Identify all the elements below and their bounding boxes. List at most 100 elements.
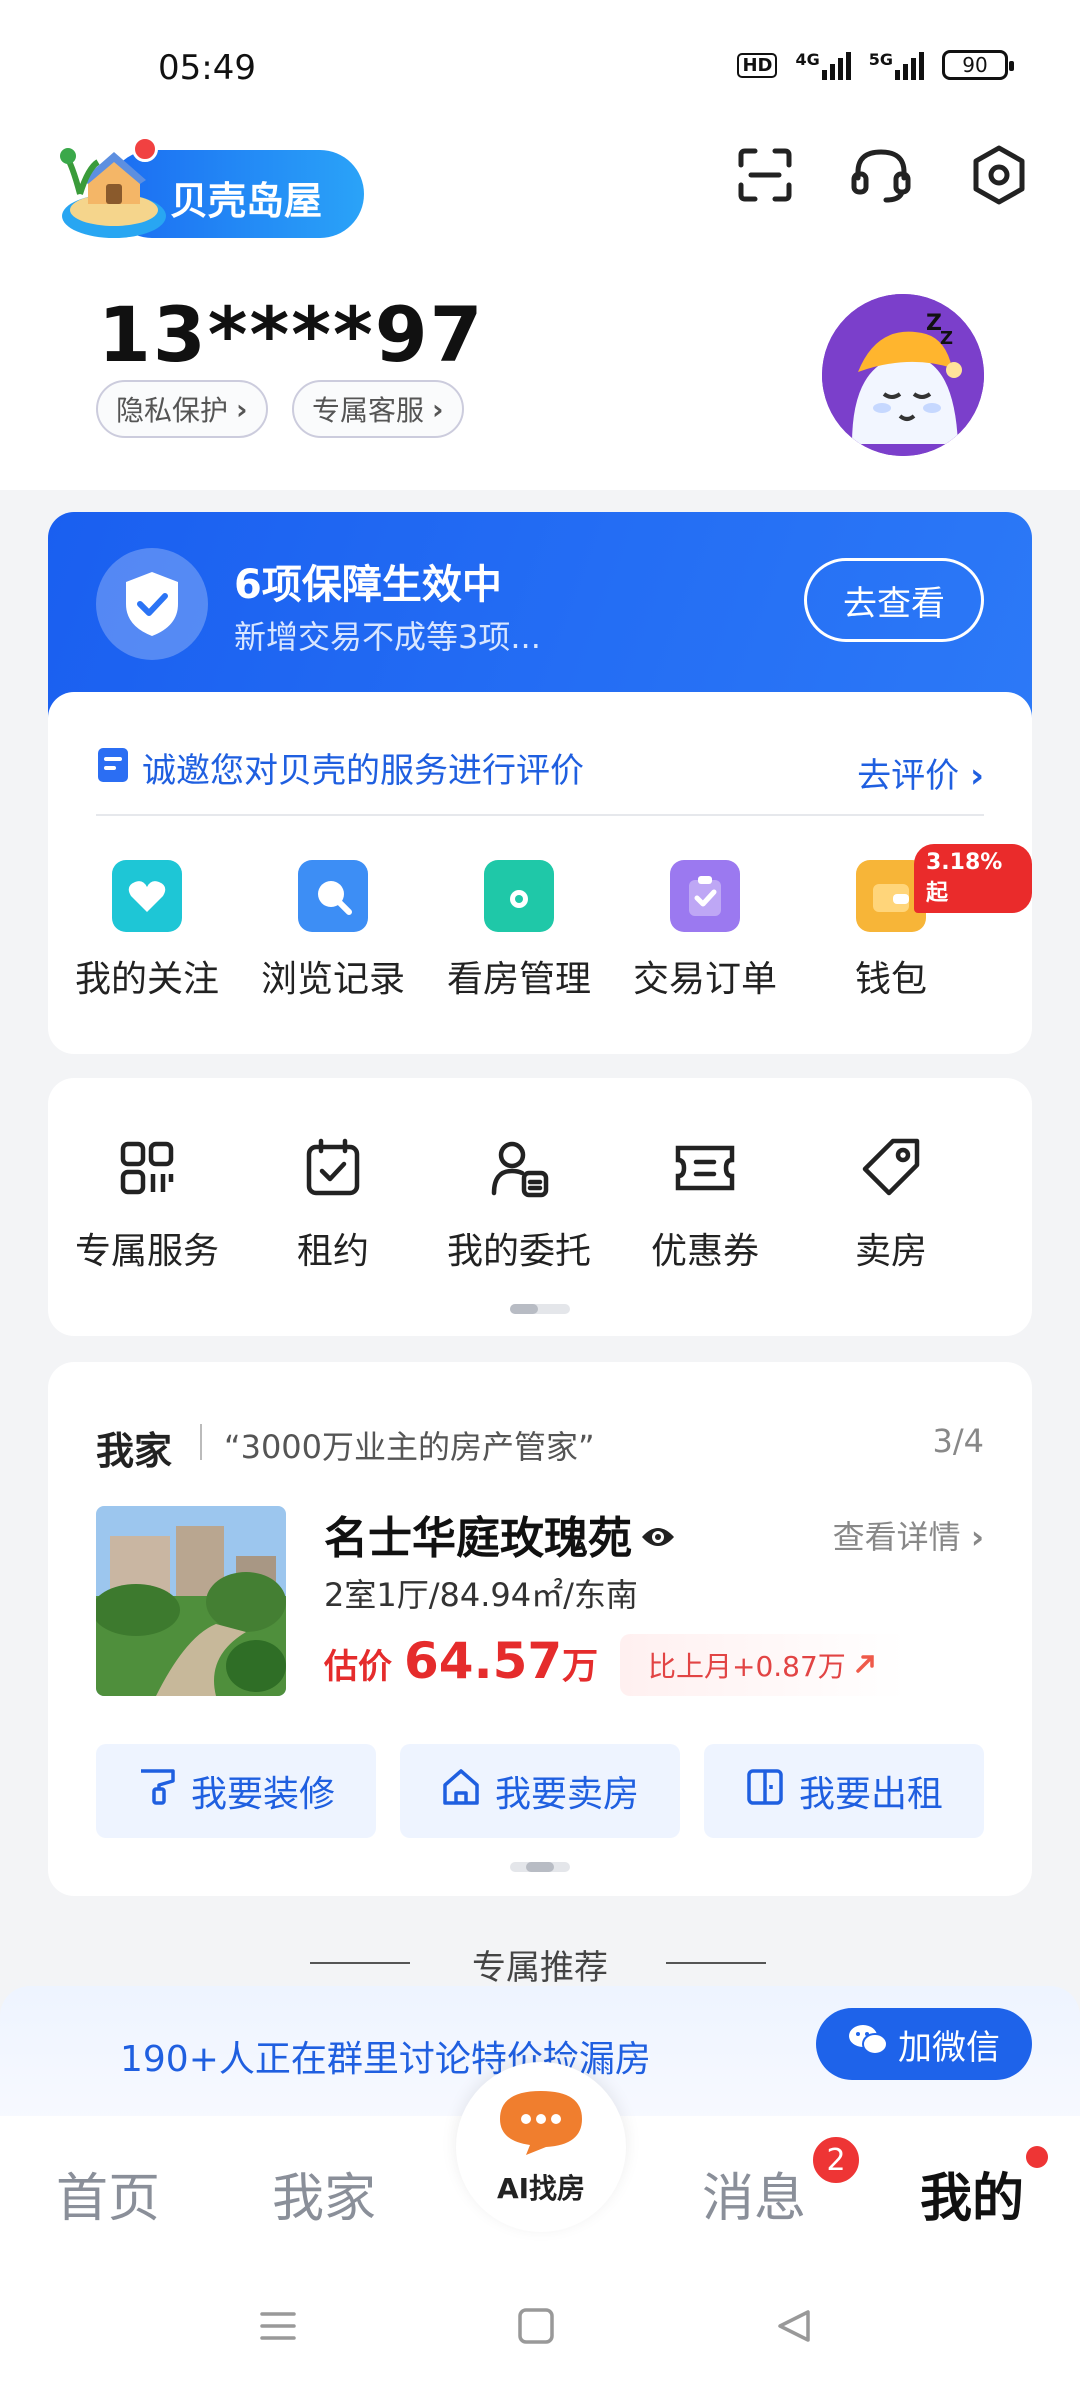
view-details-link[interactable]: 查看详情 › <box>833 1512 984 1558</box>
shortcut-orders[interactable]: 交易订单 <box>612 860 798 1002</box>
battery-icon: 90 <box>942 50 1014 80</box>
service-entrust[interactable]: 我的委托 <box>426 1132 612 1274</box>
chevron-right-icon: › <box>970 1518 984 1556</box>
messages-badge: 2 <box>810 2134 862 2186</box>
sell-home-button[interactable]: 我要卖房 <box>400 1744 680 1838</box>
back-triangle-icon[interactable] <box>774 2306 814 2350</box>
chevron-right-icon: › <box>432 392 444 426</box>
valuation-value: 64.57 <box>404 1632 563 1690</box>
scan-icon[interactable] <box>726 136 804 214</box>
shortcut-card: 诚邀您对贝壳的服务进行评价 去评价 › 我的关注 浏览记录 看房管理 交易订单 … <box>48 692 1032 1054</box>
guarantee-subtitle: 新增交易不成等3项... <box>234 618 541 656</box>
chevron-right-icon: › <box>969 756 984 796</box>
shortcut-label: 交易订单 <box>632 959 777 1000</box>
nav-mine[interactable]: 我的 <box>920 2156 1024 2231</box>
service-sell[interactable]: 卖房 <box>798 1132 984 1274</box>
person-card-icon <box>484 1132 554 1204</box>
service-label: 卖房 <box>854 1231 927 1272</box>
services-card: 专属服务 租约 我的委托 优惠券 卖房 <box>48 1078 1032 1336</box>
system-nav-bar <box>0 2260 1080 2400</box>
house-icon <box>441 1767 481 1816</box>
price-change-badge: 比上月+0.87万 <box>620 1634 906 1696</box>
my-home-page-indicator: 3/4 <box>932 1422 985 1460</box>
chevron-right-icon: › <box>236 392 248 426</box>
eye-icon[interactable] <box>640 1509 676 1560</box>
rent-out-label: 我要出租 <box>798 1774 943 1815</box>
hd-icon: HD <box>737 52 778 78</box>
review-text: 诚邀您对贝壳的服务进行评价 <box>142 750 584 791</box>
price-change-text: 比上月+0.87万 <box>648 1650 846 1683</box>
nav-home[interactable]: 首页 <box>56 2156 160 2231</box>
service-label: 租约 <box>296 1231 369 1272</box>
view-guarantee-button[interactable]: 去查看 <box>804 558 984 642</box>
guarantee-banner[interactable]: 6项保障生效中 新增交易不成等3项... 去查看 <box>48 512 1032 722</box>
profile-header: 贝壳岛屋 13****97 隐私保护 › 专属客服 › Z Z <box>0 110 1080 490</box>
heart-icon <box>112 860 182 932</box>
notification-dot <box>132 136 158 162</box>
house-spec: 2室1厅/84.94㎡/东南 <box>324 1576 638 1614</box>
battery-level: 90 <box>962 53 988 77</box>
valuation-unit: 万 <box>562 1646 599 1687</box>
my-home-title: 我家 <box>96 1429 173 1473</box>
service-chip[interactable]: 专属客服 › <box>292 380 464 438</box>
service-label: 优惠券 <box>650 1231 759 1272</box>
notification-dot <box>1026 2146 1048 2168</box>
wechat-icon <box>848 2023 888 2066</box>
renovate-label: 我要装修 <box>190 1774 335 1815</box>
service-exclusive[interactable]: 专属服务 <box>54 1132 240 1274</box>
shortcut-viewings[interactable]: 看房管理 <box>426 860 612 1002</box>
my-home-slogan: “3000万业主的房产管家” <box>224 1428 595 1466</box>
privacy-chip[interactable]: 隐私保护 › <box>96 380 268 438</box>
shortcut-history[interactable]: 浏览记录 <box>240 860 426 1002</box>
divider <box>200 1424 202 1460</box>
view-details-label: 查看详情 <box>832 1518 961 1556</box>
service-lease[interactable]: 租约 <box>240 1132 426 1274</box>
wallet-rate-badge: 3.18%起 <box>914 844 1032 913</box>
nav-messages[interactable]: 消息 <box>702 2156 806 2231</box>
renovate-button[interactable]: 我要装修 <box>96 1744 376 1838</box>
service-label: 专属服务 <box>74 1231 219 1272</box>
signal-4g-icon: 4G <box>795 50 851 80</box>
house-photo[interactable] <box>96 1506 286 1696</box>
menu-icon[interactable] <box>258 2306 298 2350</box>
rent-out-button[interactable]: 我要出租 <box>704 1744 984 1838</box>
shortcut-label: 浏览记录 <box>260 959 405 1000</box>
document-icon <box>96 746 130 788</box>
coupon-icon <box>670 1132 740 1204</box>
go-review-label: 去评价 <box>857 756 960 796</box>
nav-ai-search[interactable]: AI找房 <box>456 2062 626 2232</box>
shortcut-label: 看房管理 <box>446 959 591 1000</box>
nav-my-home[interactable]: 我家 <box>272 2156 376 2231</box>
headset-icon[interactable] <box>842 136 920 214</box>
shortcut-favorites[interactable]: 我的关注 <box>54 860 240 1002</box>
status-icons: HD 4G 5G 90 <box>737 50 1014 80</box>
house-name[interactable]: 名士华庭玫瑰苑 <box>324 1502 676 1566</box>
status-bar: 05:49 HD 4G 5G 90 <box>0 0 1080 110</box>
service-coupon[interactable]: 优惠券 <box>612 1132 798 1274</box>
island-house-button[interactable]: 贝壳岛屋 <box>58 136 364 238</box>
ai-search-label: AI找房 <box>496 2172 586 2205</box>
add-wechat-label: 加微信 <box>898 2027 1000 2068</box>
shield-icon <box>96 548 208 660</box>
search-icon <box>298 860 368 932</box>
settings-icon[interactable] <box>960 136 1038 214</box>
recommend-title: 专属推荐 <box>472 1948 608 1988</box>
folder-icon <box>484 860 554 932</box>
my-home-card: 我家 “3000万业主的房产管家” 3/4 名士华庭玫瑰苑 查看详情 › 2室1… <box>48 1362 1032 1896</box>
valuation-label: 估价 <box>324 1647 392 1687</box>
review-prompt[interactable]: 诚邀您对贝壳的服务进行评价 去评价 › <box>96 732 984 802</box>
tag-icon <box>856 1132 926 1204</box>
shortcut-label: 我的关注 <box>74 959 219 1000</box>
island-label: 贝壳岛屋 <box>170 179 323 223</box>
shortcut-label: 钱包 <box>854 959 927 1000</box>
avatar[interactable]: Z Z <box>822 294 984 456</box>
go-review-link[interactable]: 去评价 › <box>857 748 984 797</box>
house-valuation: 估价 64.57 万 <box>324 1632 598 1690</box>
add-wechat-button[interactable]: 加微信 <box>816 2008 1032 2080</box>
clipboard-check-icon <box>670 860 740 932</box>
home-square-icon[interactable] <box>516 2306 556 2350</box>
my-home-pager <box>510 1862 570 1872</box>
svg-text:Z: Z <box>940 328 953 349</box>
guarantee-title: 6项保障生效中 <box>234 562 502 608</box>
sell-home-label: 我要卖房 <box>494 1774 639 1815</box>
